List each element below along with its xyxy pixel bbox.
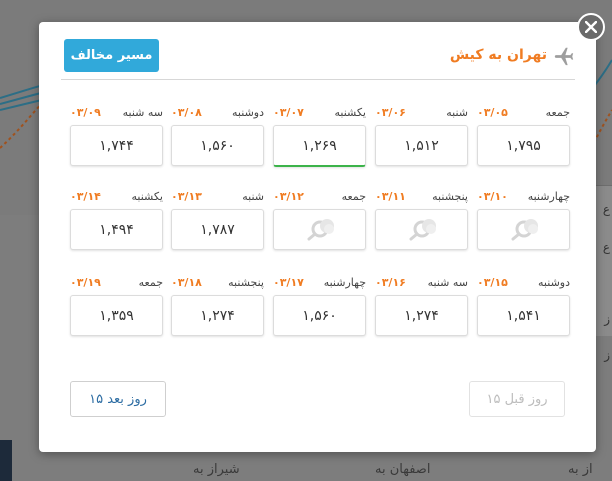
day-date: ۰۳/۱۵ [477, 276, 508, 289]
day-name: یکشنبه [131, 190, 164, 203]
background-route-text: اصفهان به [375, 462, 431, 477]
prev-15-days-button[interactable]: ۱۵ روز قبل [469, 381, 565, 417]
day-cell: ۰۳/۱۸ پنجشنبه ۱,۲۷۴ [171, 276, 264, 336]
no-flight-box [375, 209, 468, 250]
close-icon [584, 18, 598, 37]
day-date: ۰۳/۱۷ [273, 276, 304, 289]
day-cell: ۰۳/۰۸ دوشنبه ۱,۵۶۰ [171, 106, 264, 166]
route-title: تهران به کیش [449, 47, 547, 63]
price-box[interactable]: ۱,۲۷۴ [375, 295, 468, 336]
modal-header: مسیر مخالف تهران به کیش [61, 39, 575, 80]
day-cell: ۰۳/۱۷ چهارشنبه ۱,۵۶۰ [273, 276, 366, 336]
day-date: ۰۳/۱۰ [477, 190, 508, 203]
day-date: ۰۳/۰۸ [171, 106, 202, 119]
day-cell: ۰۳/۰۵ جمعه ۱,۷۹۵ [477, 106, 570, 166]
day-name: دوشنبه [538, 276, 570, 289]
day-cell: ۰۳/۱۲ جمعه [273, 190, 366, 250]
day-date: ۰۳/۱۱ [375, 190, 406, 203]
price-box[interactable]: ۱,۷۴۴ [70, 125, 163, 166]
no-flight-box [273, 209, 366, 250]
price-box[interactable]: ۱,۵۴۱ [477, 295, 570, 336]
day-cell: ۰۳/۱۱ پنجشنبه [375, 190, 468, 250]
day-cell: ۰۳/۱۹ جمعه ۱,۳۵۹ [70, 276, 163, 336]
price-box[interactable]: ۱,۴۹۴ [70, 209, 163, 250]
day-label: ۰۳/۰۹ سه شنبه [70, 106, 163, 122]
day-label: ۰۳/۱۱ پنجشنبه [375, 190, 468, 206]
day-date: ۰۳/۱۳ [171, 190, 202, 203]
price-box[interactable]: ۱,۷۸۷ [171, 209, 264, 250]
day-name: جمعه [341, 190, 366, 203]
day-name: جمعه [545, 106, 570, 119]
day-label: ۰۳/۰۶ شنبه [375, 106, 468, 122]
background-route-text: از به [568, 462, 593, 477]
day-name: پنجشنبه [432, 190, 468, 203]
day-cell: ۰۳/۱۳ شنبه ۱,۷۸۷ [171, 190, 264, 250]
search-icon [507, 215, 541, 245]
price-box[interactable]: ۱,۵۶۰ [171, 125, 264, 166]
day-label: ۰۳/۱۴ یکشنبه [70, 190, 163, 206]
price-box[interactable]: ۱,۲۶۹ [273, 125, 366, 167]
day-date: ۰۳/۱۹ [70, 276, 101, 289]
day-name: چهارشنبه [527, 190, 570, 203]
background-left-element [0, 440, 12, 481]
price-box[interactable]: ۱,۳۵۹ [70, 295, 163, 336]
day-label: ۰۳/۱۰ چهارشنبه [477, 190, 570, 206]
day-name: چهارشنبه [323, 276, 366, 289]
day-name: سه شنبه [427, 276, 468, 289]
plane-icon [553, 45, 575, 67]
day-label: ۰۳/۰۵ جمعه [477, 106, 570, 122]
day-cell: ۰۳/۱۴ یکشنبه ۱,۴۹۴ [70, 190, 163, 250]
day-cell: ۰۳/۱۰ چهارشنبه [477, 190, 570, 250]
day-name: شنبه [242, 190, 264, 203]
background-side-text: ز [604, 312, 610, 326]
day-date: ۰۳/۱۲ [273, 190, 304, 203]
day-date: ۰۳/۱۶ [375, 276, 406, 289]
price-box[interactable]: ۱,۲۷۴ [171, 295, 264, 336]
day-cell: ۰۳/۰۷ یکشنبه ۱,۲۶۹ [273, 106, 366, 167]
day-name: شنبه [446, 106, 468, 119]
day-label: ۰۳/۱۸ پنجشنبه [171, 276, 264, 292]
day-label: ۰۳/۱۲ جمعه [273, 190, 366, 206]
background-side-text: ع [602, 202, 610, 216]
fare-calendar-modal: مسیر مخالف تهران به کیش ۰۳/۰۵ جمعه ۱,۷۹۵ ۰۳… [39, 22, 596, 452]
next-15-days-button[interactable]: ۱۵ روز بعد [70, 381, 166, 417]
day-date: ۰۳/۰۹ [70, 106, 101, 119]
day-label: ۰۳/۱۶ سه شنبه [375, 276, 468, 292]
day-date: ۰۳/۰۷ [273, 106, 304, 119]
day-name: سه شنبه [122, 106, 163, 119]
price-box[interactable]: ۱,۷۹۵ [477, 125, 570, 166]
day-cell: ۰۳/۱۵ دوشنبه ۱,۵۴۱ [477, 276, 570, 336]
reverse-route-button[interactable]: مسیر مخالف [64, 39, 159, 72]
day-date: ۰۳/۰۶ [375, 106, 406, 119]
day-label: ۰۳/۱۵ دوشنبه [477, 276, 570, 292]
day-name: پنجشنبه [228, 276, 264, 289]
day-label: ۰۳/۰۷ یکشنبه [273, 106, 366, 122]
background-side-text: ع [602, 240, 610, 254]
day-label: ۰۳/۱۷ چهارشنبه [273, 276, 366, 292]
day-name: یکشنبه [334, 106, 367, 119]
background-route-text: شیراز به [193, 462, 240, 477]
day-label: ۰۳/۱۹ جمعه [70, 276, 163, 292]
no-flight-box [477, 209, 570, 250]
day-date: ۰۳/۰۵ [477, 106, 508, 119]
search-icon [303, 215, 337, 245]
day-date: ۰۳/۱۸ [171, 276, 202, 289]
day-cell: ۰۳/۰۹ سه شنبه ۱,۷۴۴ [70, 106, 163, 166]
background-side-text: ز [604, 348, 610, 362]
price-box[interactable]: ۱,۵۱۲ [375, 125, 468, 166]
day-label: ۰۳/۱۳ شنبه [171, 190, 264, 206]
day-date: ۰۳/۱۴ [70, 190, 101, 203]
day-name: دوشنبه [232, 106, 264, 119]
price-box[interactable]: ۱,۵۶۰ [273, 295, 366, 336]
day-label: ۰۳/۰۸ دوشنبه [171, 106, 264, 122]
close-button[interactable] [577, 13, 605, 41]
day-name: جمعه [138, 276, 163, 289]
day-cell: ۰۳/۰۶ شنبه ۱,۵۱۲ [375, 106, 468, 166]
search-icon [405, 215, 439, 245]
day-cell: ۰۳/۱۶ سه شنبه ۱,۲۷۴ [375, 276, 468, 336]
